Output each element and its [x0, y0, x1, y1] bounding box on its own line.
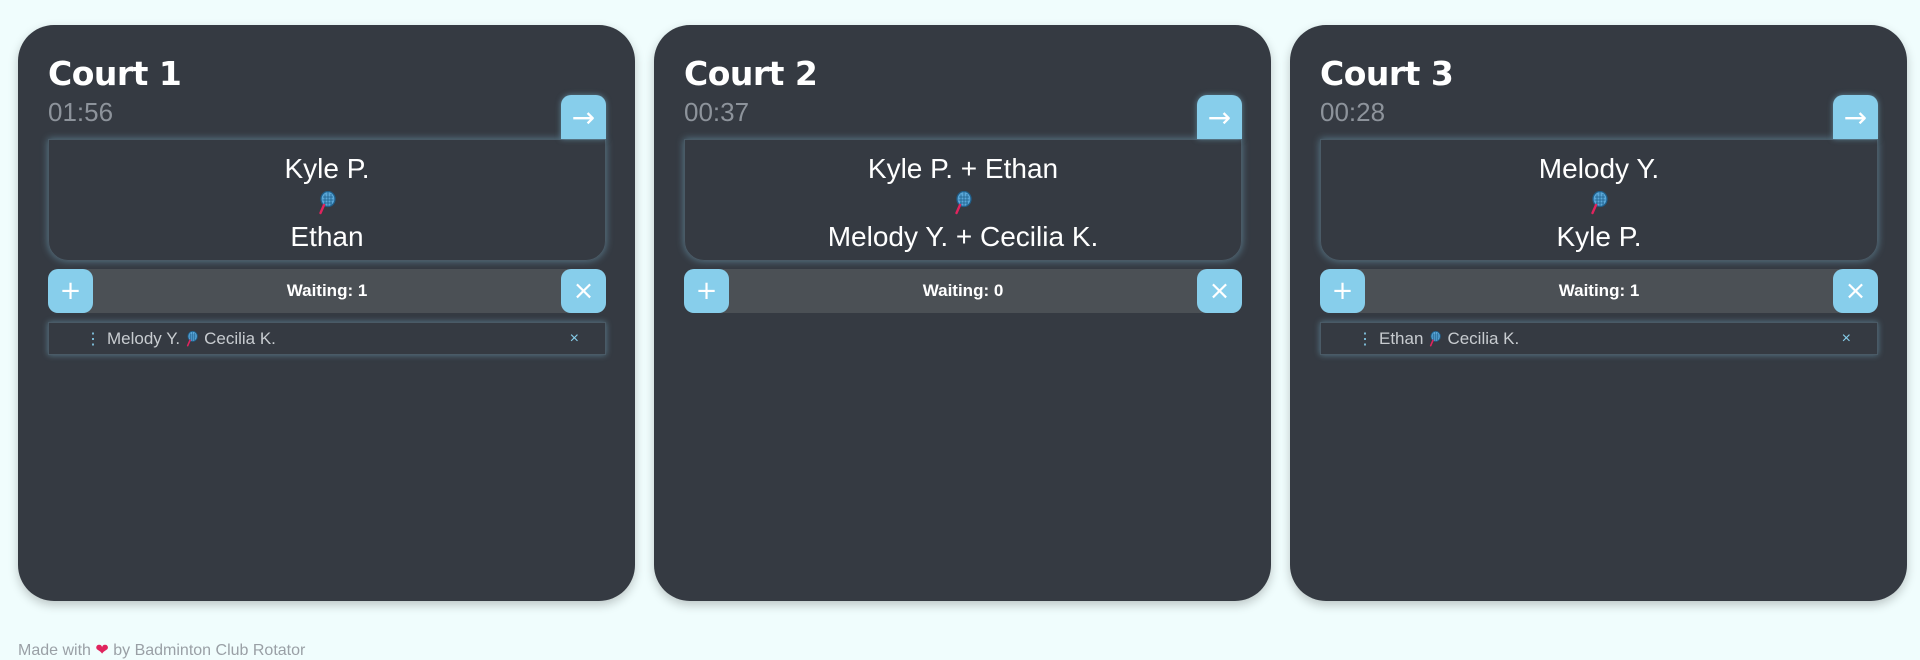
court-title: Court 1 [48, 54, 182, 93]
court-timer: 00:37 [684, 97, 750, 127]
team-b: Melody Y. + Cecilia K. [827, 221, 1099, 252]
add-to-queue-button[interactable]: + [1320, 269, 1365, 313]
queue-team-a: Melody Y. [107, 328, 181, 348]
waiting-bar: + Waiting: 1 × [1320, 269, 1878, 313]
badminton-racket-icon [186, 330, 198, 347]
current-match: Kyle P. Ethan [48, 139, 606, 261]
add-to-queue-button[interactable]: + [48, 269, 93, 313]
drag-handle-icon[interactable]: ⋮ [1357, 329, 1373, 349]
court-title: Court 2 [684, 54, 818, 93]
team-a: Melody Y. [1538, 153, 1660, 184]
current-match: Melody Y. Kyle P. [1320, 139, 1878, 261]
badminton-racket-icon [49, 186, 605, 220]
queue-item[interactable]: ⋮ Melody Y. Cecilia K. × [48, 322, 606, 355]
plus-icon: + [695, 276, 718, 306]
remove-queue-item-button[interactable]: × [570, 330, 579, 348]
waiting-count: Waiting: 1 [1558, 281, 1640, 300]
footer: Made with ❤ by Badminton Club Rotator [18, 640, 305, 660]
team-b: Ethan [290, 221, 364, 252]
heart-icon: ❤ [95, 642, 109, 659]
close-icon: × [1208, 276, 1231, 306]
remove-queue-item-button[interactable]: × [1842, 330, 1851, 348]
court-timer: 01:56 [48, 97, 114, 127]
next-match-button[interactable]: → [561, 95, 606, 139]
arrow-right-icon: → [1207, 100, 1232, 134]
clear-queue-button[interactable]: × [561, 269, 606, 313]
close-icon: × [572, 276, 595, 306]
badminton-racket-icon [1321, 186, 1877, 220]
waiting-count: Waiting: 0 [922, 281, 1004, 300]
court-timer: 00:28 [1320, 97, 1386, 127]
waiting-bar: + Waiting: 1 × [48, 269, 606, 313]
footer-suffix: by Badminton Club Rotator [113, 642, 306, 659]
next-match-button[interactable]: → [1197, 95, 1242, 139]
courts-grid: Court 1 01:56 → Kyle P. Ethan + Waiting:… [18, 25, 1907, 601]
court-header: 00:37 → [684, 95, 1242, 139]
waiting-count: Waiting: 1 [286, 281, 368, 300]
team-a: Kyle P. + Ethan [867, 153, 1059, 184]
court-header: 01:56 → [48, 95, 606, 139]
waiting-bar: + Waiting: 0 × [684, 269, 1242, 313]
clear-queue-button[interactable]: × [1197, 269, 1242, 313]
arrow-right-icon: → [571, 100, 596, 134]
next-match-button[interactable]: → [1833, 95, 1878, 139]
queue-item[interactable]: ⋮ Ethan Cecilia K. × [1320, 322, 1878, 355]
plus-icon: + [59, 276, 82, 306]
court-title: Court 3 [1320, 54, 1454, 93]
badminton-racket-icon [1429, 330, 1442, 347]
court-card-2: Court 2 00:37 → Kyle P. + Ethan Melody Y… [654, 25, 1271, 601]
clear-queue-button[interactable]: × [1833, 269, 1878, 313]
plus-icon: + [1331, 276, 1354, 306]
drag-handle-icon[interactable]: ⋮ [85, 329, 101, 349]
arrow-right-icon: → [1843, 100, 1868, 134]
badminton-racket-icon [685, 186, 1241, 220]
current-match: Kyle P. + Ethan Melody Y. + Cecilia K. [684, 139, 1242, 261]
queue-team-b: Cecilia K. [204, 328, 276, 348]
team-b: Kyle P. [1556, 221, 1642, 252]
court-card-1: Court 1 01:56 → Kyle P. Ethan + Waiting:… [18, 25, 635, 601]
close-icon: × [1844, 276, 1867, 306]
queue-team-a: Ethan [1379, 328, 1424, 348]
add-to-queue-button[interactable]: + [684, 269, 729, 313]
court-header: 00:28 → [1320, 95, 1878, 139]
court-card-3: Court 3 00:28 → Melody Y. Kyle P. + Wait… [1290, 25, 1907, 601]
queue-team-b: Cecilia K. [1447, 328, 1520, 348]
team-a: Kyle P. [284, 153, 370, 184]
footer-prefix: Made with [18, 642, 91, 659]
